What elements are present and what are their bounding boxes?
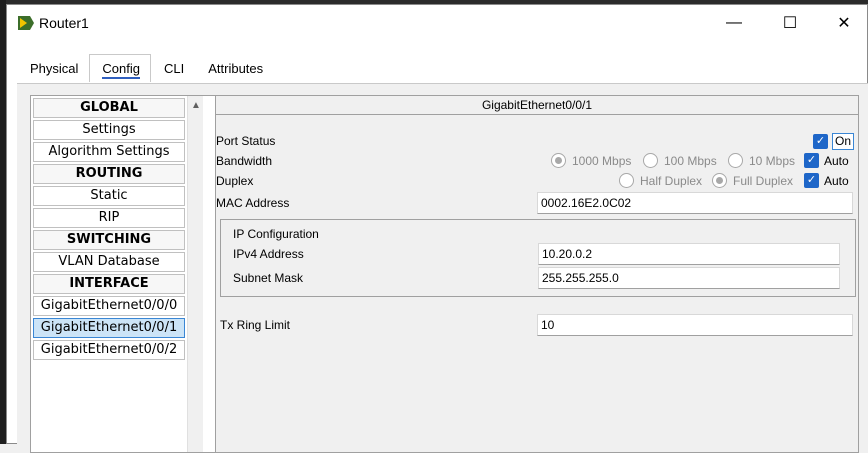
bandwidth-1000-label: 1000 Mbps [572, 154, 632, 168]
bandwidth-10-label: 10 Mbps [749, 154, 796, 168]
interface-title: GigabitEthernet0/0/1 [216, 96, 858, 115]
sidebar-item-gig0-0-0[interactable]: GigabitEthernet0/0/0 [33, 296, 185, 316]
close-icon: ✕ [837, 15, 851, 32]
sidebar-item-static[interactable]: Static [33, 186, 185, 206]
full-duplex-label: Full Duplex [733, 174, 794, 188]
ip-configuration-label: IP Configuration [233, 227, 319, 241]
sidebar-item-gig0-0-1[interactable]: GigabitEthernet0/0/1 [33, 318, 185, 338]
tab-attributes[interactable]: Attributes [195, 54, 274, 82]
sidebar-header-interface[interactable]: INTERFACE [33, 274, 185, 294]
maximize-icon: ☐ [782, 15, 798, 32]
bandwidth-label: Bandwidth [216, 154, 273, 168]
sidebar-item-settings[interactable]: Settings [33, 120, 185, 140]
port-status-on-label: On [832, 133, 854, 150]
tab-physical[interactable]: Physical [17, 54, 89, 82]
sidebar-item-rip[interactable]: RIP [33, 208, 185, 228]
duplex-label: Duplex [216, 174, 254, 188]
router-window: Router1 — ☐ ✕ Physical Config CLI Attrib… [6, 4, 868, 453]
config-panel: ▲ GLOBAL Settings Algorithm Settings ROU… [17, 83, 868, 453]
maximize-button[interactable]: ☐ [767, 5, 813, 41]
scroll-up-icon[interactable]: ▲ [191, 100, 201, 111]
window-title: Router1 [39, 15, 89, 31]
sidebar-header-switching[interactable]: SWITCHING [33, 230, 185, 250]
duplex-auto-label: Auto [824, 174, 849, 188]
bandwidth-100-radio[interactable] [643, 153, 658, 168]
sidebar-scrollbar[interactable] [187, 96, 203, 452]
sidebar-item-algorithm-settings[interactable]: Algorithm Settings [33, 142, 185, 162]
bandwidth-10-radio[interactable] [728, 153, 743, 168]
tab-cli[interactable]: CLI [151, 54, 195, 82]
tx-ring-limit-label: Tx Ring Limit [220, 318, 291, 332]
sidebar-item-vlan-database[interactable]: VLAN Database [33, 252, 185, 272]
duplex-auto-checkbox[interactable]: ✓ [804, 173, 819, 188]
title-bar: Router1 — ☐ ✕ [7, 5, 867, 41]
bandwidth-auto-checkbox[interactable]: ✓ [804, 153, 819, 168]
port-status-checkbox[interactable]: ✓ [813, 134, 828, 149]
tab-bar: Physical Config CLI Attributes [17, 54, 274, 84]
ipv4-address-label: IPv4 Address [233, 247, 304, 261]
subnet-mask-label: Subnet Mask [233, 271, 304, 285]
close-button[interactable]: ✕ [821, 5, 867, 41]
interface-panel: GigabitEthernet0/0/1 Port Status ✓ On Ba… [215, 95, 859, 453]
ip-configuration-group: IP Configuration IPv4 Address 10.20.0.2 … [220, 219, 856, 297]
config-sidebar: ▲ GLOBAL Settings Algorithm Settings ROU… [30, 95, 223, 453]
ipv4-address-field[interactable]: 10.20.0.2 [538, 243, 840, 265]
subnet-mask-field[interactable]: 255.255.255.0 [538, 267, 840, 289]
half-duplex-label: Half Duplex [640, 174, 703, 188]
mac-address-field[interactable]: 0002.16E2.0C02 [537, 192, 853, 214]
minimize-icon: — [726, 14, 742, 31]
half-duplex-radio[interactable] [619, 173, 634, 188]
sidebar-header-routing[interactable]: ROUTING [33, 164, 185, 184]
minimize-button[interactable]: — [711, 5, 757, 41]
tab-config[interactable]: Config [89, 54, 151, 82]
bandwidth-100-label: 100 Mbps [664, 154, 717, 168]
sidebar-item-gig0-0-2[interactable]: GigabitEthernet0/0/2 [33, 340, 185, 360]
bandwidth-1000-radio[interactable] [551, 153, 566, 168]
sidebar-header-global[interactable]: GLOBAL [33, 98, 185, 118]
mac-address-label: MAC Address [216, 196, 290, 210]
port-status-label: Port Status [216, 134, 276, 148]
full-duplex-radio[interactable] [712, 173, 727, 188]
bandwidth-auto-label: Auto [824, 154, 849, 168]
router-app-icon [18, 16, 34, 30]
tx-ring-limit-field[interactable]: 10 [537, 314, 853, 336]
